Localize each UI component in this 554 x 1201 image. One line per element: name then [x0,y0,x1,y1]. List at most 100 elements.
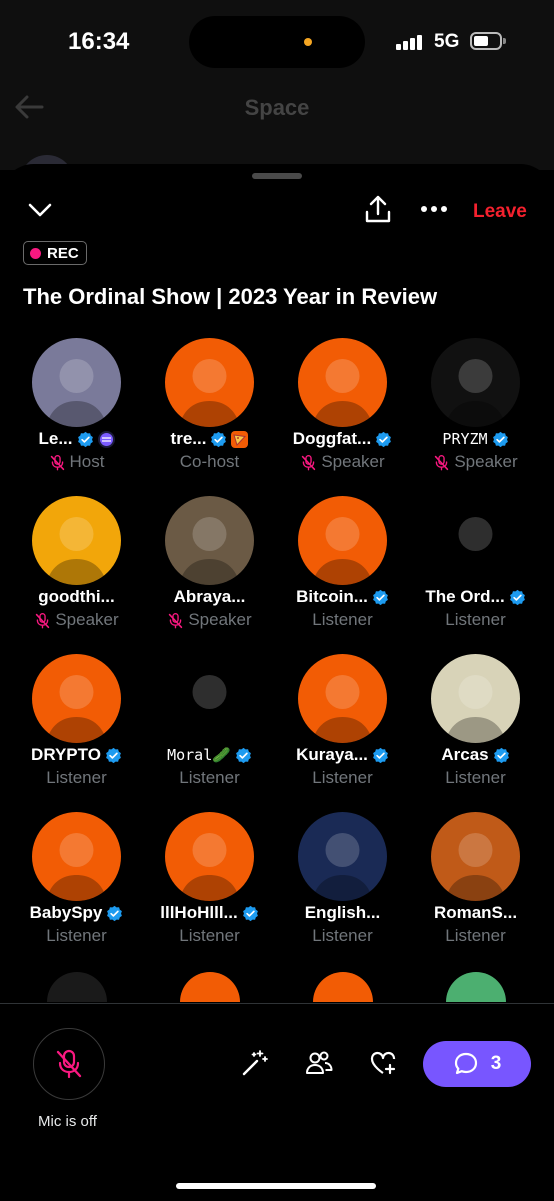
participant-tile[interactable]: Bitcoin... Listener [276,496,409,646]
participant-role-row: Listener [143,767,276,789]
space-title: The Ordinal Show | 2023 Year in Review [23,284,438,309]
participant-tile[interactable]: English... Listener [276,812,409,962]
participant-avatar[interactable] [431,338,520,427]
participant-avatar[interactable] [298,654,387,743]
avatar-art [312,359,373,427]
participant-role: Speaker [55,610,119,629]
avatar-art [445,517,506,585]
participant-role: Listener [445,610,506,629]
participant-tile[interactable]: tre... Co-host [143,338,276,488]
participant-role: Listener [46,768,107,787]
participant-avatar[interactable] [165,812,254,901]
verified-badge-icon [77,431,93,447]
avatar-art [46,833,107,901]
collapse-chevron-icon[interactable] [27,200,53,220]
rec-label: REC [47,244,79,262]
participant-name: Doggfat... [292,429,372,448]
peek-avatar [47,972,107,1002]
pizza-badge-icon [231,430,249,448]
verified-badge-icon [376,431,392,447]
chat-bubble-icon [454,1052,477,1075]
participant-avatar[interactable] [298,812,387,901]
recording-indicator [304,38,312,46]
magic-wand-icon[interactable] [240,1048,270,1078]
participant-role-row: Host [10,451,143,473]
peek-avatar [180,972,240,1002]
participant-name-row: PRYZM [409,428,542,450]
participant-role-row: Speaker [143,609,276,631]
participant-avatar[interactable] [165,338,254,427]
participant-name-row: Abraya... [143,586,276,608]
participant-role-row: Speaker [10,609,143,631]
verified-badge-icon [373,747,388,763]
participant-role-row: Speaker [276,451,409,473]
mic-muted-icon [169,612,183,628]
participant-tile[interactable]: Kuraya... Listener [276,654,409,804]
participant-avatar[interactable] [165,654,254,743]
participant-avatar[interactable] [298,338,387,427]
participant-role: Listener [179,926,240,945]
avatar-art [312,675,373,743]
avatar-art [179,833,240,901]
verified-badge-icon [372,589,388,605]
participant-role: Listener [312,926,373,945]
chat-button[interactable]: 3 [423,1041,531,1087]
participant-tile[interactable]: The Ord... Listener [409,496,542,646]
participant-avatar[interactable] [32,812,121,901]
participant-tile[interactable]: DRYPTO Listener [10,654,143,804]
participant-name: DRYPTO [31,745,101,764]
participant-tile[interactable]: Doggfat... Speaker [276,338,409,488]
avatar-art [445,675,506,743]
participant-name: Bitcoin... [296,587,368,606]
participant-tile[interactable]: Le... Host [10,338,143,488]
participant-avatar[interactable] [431,496,520,585]
participant-avatar[interactable] [298,496,387,585]
mic-muted-icon [435,454,449,470]
participant-role: Listener [445,926,506,945]
people-icon[interactable] [304,1048,334,1078]
participant-role-row: Co-host [143,451,276,473]
participant-avatar[interactable] [165,496,254,585]
participant-name-row: lllHoHlll... [143,902,276,924]
participant-avatar[interactable] [32,338,121,427]
mic-status-label: Mic is off [38,1113,97,1130]
participant-avatar[interactable] [32,654,121,743]
participant-avatar[interactable] [32,496,121,585]
verified-badge-icon [106,747,121,763]
network-label: 5G [434,31,460,52]
participant-name: PRYZM [442,430,488,448]
participant-tile[interactable]: Abraya... Speaker [143,496,276,646]
participant-role: Listener [312,768,373,787]
participant-tile[interactable]: Moral🥒 Listener [143,654,276,804]
participant-tile[interactable]: lllHoHlll... Listener [143,812,276,962]
participant-tile[interactable]: Arcas Listener [409,654,542,804]
participant-role: Listener [445,768,506,787]
participant-name-row: Le... [10,428,143,450]
participant-role-row: Listener [276,767,409,789]
participant-name: BabySpy [29,903,103,922]
participant-role: Speaker [188,610,252,629]
mic-toggle-button[interactable] [33,1028,105,1100]
participant-tile[interactable]: PRYZM Speaker [409,338,542,488]
leave-button[interactable]: Leave [473,201,527,223]
heart-plus-icon[interactable] [368,1048,398,1078]
participant-name: tre... [170,429,207,448]
avatar-art [46,517,107,585]
avatar-art [46,675,107,743]
verified-badge-icon [236,747,251,763]
participant-tile[interactable]: RomanS... Listener [409,812,542,962]
participant-avatar[interactable] [431,654,520,743]
participant-name-row: Arcas [409,744,542,766]
more-options-icon[interactable] [420,204,448,214]
participant-name: Le... [38,429,73,448]
community-badge-icon [97,430,115,448]
participant-tile[interactable]: BabySpy Listener [10,812,143,962]
sheet-grabber[interactable] [252,173,302,179]
verified-badge-icon [493,747,509,763]
participant-role: Speaker [321,452,385,471]
participant-avatar[interactable] [431,812,520,901]
participant-role-row: Listener [143,925,276,947]
mic-off-icon [56,1049,82,1079]
share-icon[interactable] [364,194,392,224]
participant-tile[interactable]: goodthi... Speaker [10,496,143,646]
